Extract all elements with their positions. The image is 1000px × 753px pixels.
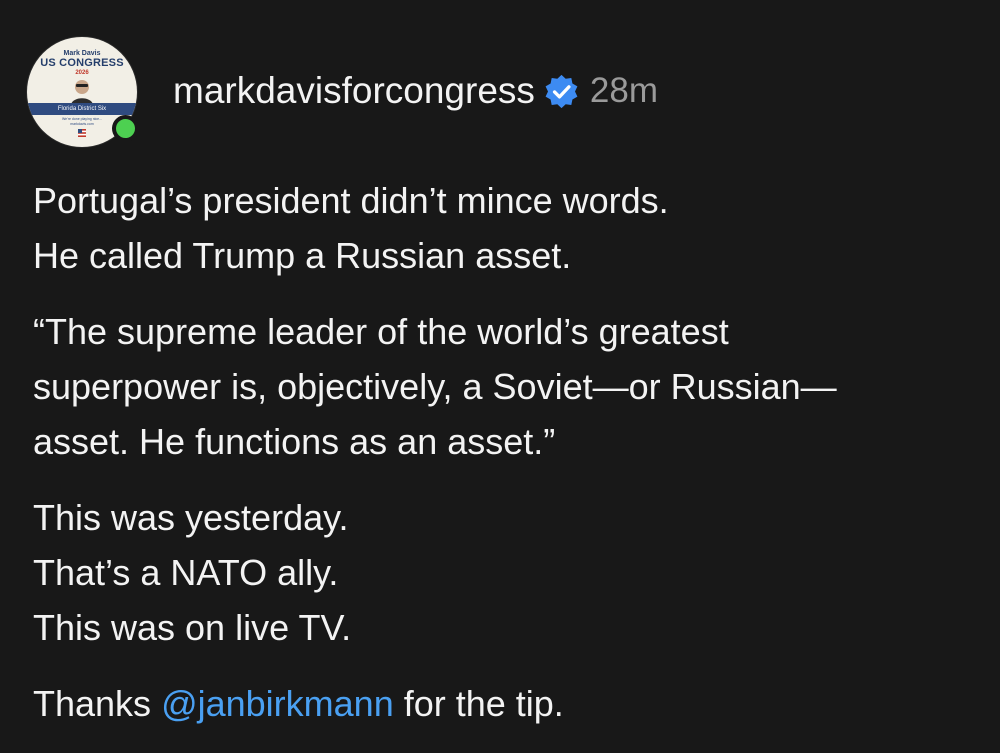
avatar-band: Florida District Six — [27, 103, 137, 115]
post-paragraph: This was yesterday. That’s a NATO ally. … — [33, 490, 963, 655]
post-header: markdavisforcongress 28m — [173, 68, 658, 114]
post-timestamp[interactable]: 28m — [590, 71, 658, 111]
avatar-tagline-text: We're done playing nice... — [61, 117, 103, 121]
text-line: Thanks @janbirkmann for the tip. — [33, 676, 963, 731]
author-avatar[interactable]: Mark Davis US CONGRESS 2026 Florida Dist… — [27, 37, 139, 149]
online-status-indicator — [112, 115, 139, 142]
post-paragraph: “The supreme leader of the world’s great… — [33, 304, 963, 469]
avatar-site-text: markdavis.com — [70, 122, 94, 126]
post-paragraph-closing: Thanks @janbirkmann for the tip. — [33, 676, 963, 731]
text-line: This was yesterday. — [33, 497, 349, 538]
text-line: Portugal’s president didn’t mince words. — [33, 180, 669, 221]
text-line: He called Trump a Russian asset. — [33, 235, 572, 276]
closing-suffix: for the tip. — [393, 683, 564, 724]
person-portrait-icon — [71, 80, 93, 105]
text-line: That’s a NATO ally. — [33, 552, 339, 593]
text-line: asset. He functions as an asset.” — [33, 421, 556, 462]
flag-icon — [78, 129, 86, 137]
avatar-name: Mark Davis — [63, 50, 101, 57]
text-line: This was on live TV. — [33, 607, 352, 648]
avatar-title: US CONGRESS — [40, 57, 124, 69]
post-paragraph: Portugal’s president didn’t mince words.… — [33, 173, 963, 283]
mention-link[interactable]: @janbirkmann — [161, 683, 394, 724]
avatar-year: 2026 — [75, 70, 89, 76]
text-line: superpower is, objectively, a Soviet—or … — [33, 366, 837, 407]
post-body: Portugal’s president didn’t mince words.… — [33, 173, 963, 752]
verified-badge-icon — [545, 74, 578, 108]
username-link[interactable]: markdavisforcongress — [173, 70, 535, 112]
closing-prefix: Thanks — [33, 683, 162, 724]
text-line: “The supreme leader of the world’s great… — [33, 311, 729, 352]
thread-post: Mark Davis US CONGRESS 2026 Florida Dist… — [0, 0, 1000, 753]
